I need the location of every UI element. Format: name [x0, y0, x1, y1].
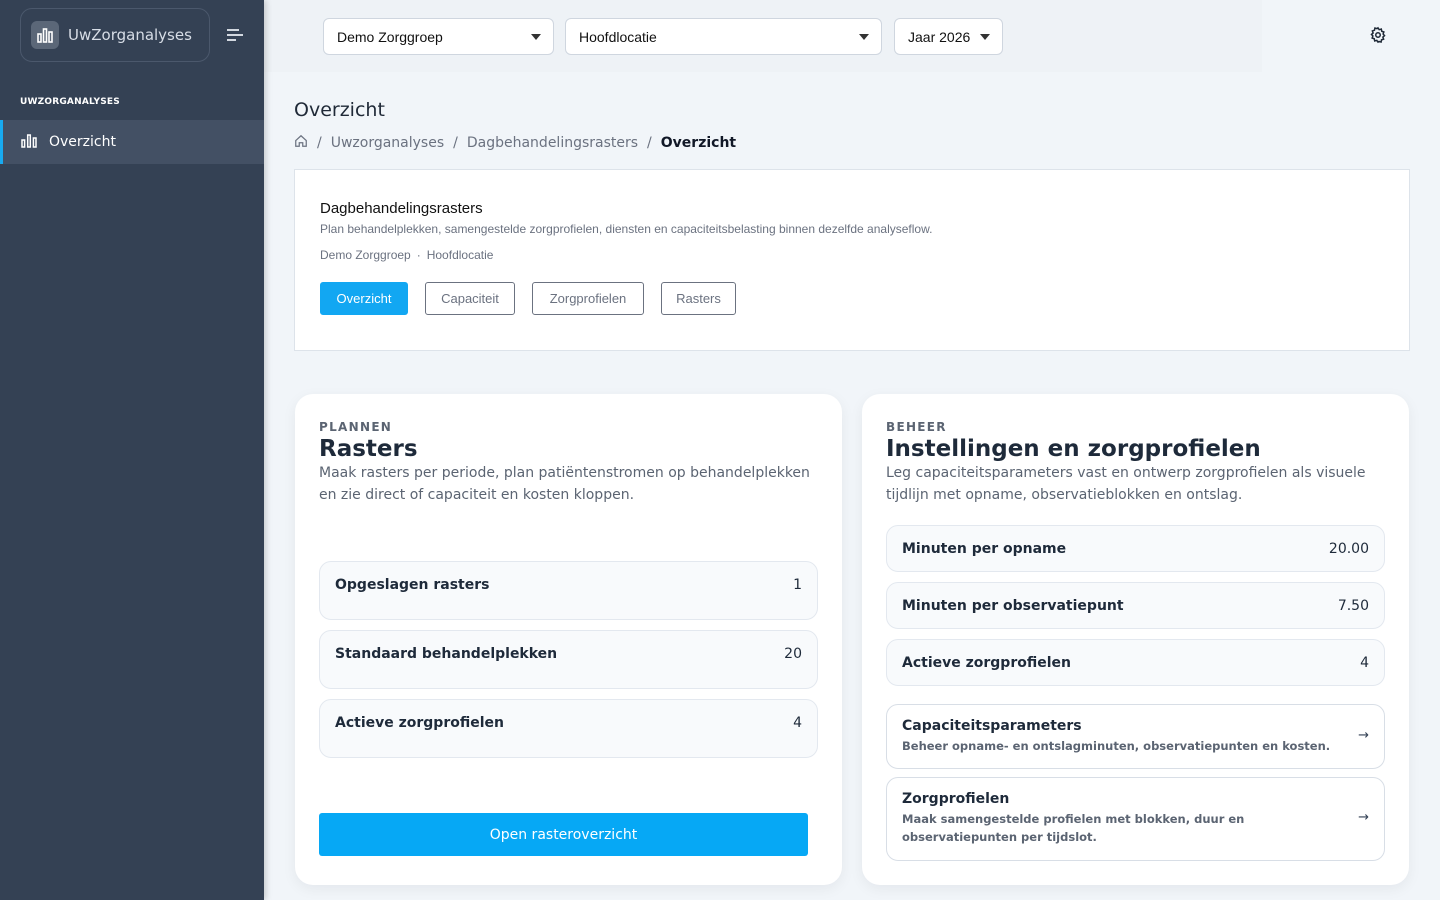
beheer-eyebrow: BEHEER — [886, 420, 947, 434]
breadcrumb-separator: / — [317, 135, 322, 151]
plannen-description: Maak rasters per periode, plan patiënten… — [319, 465, 810, 503]
sidebar-item-overzicht[interactable]: Overzicht — [0, 120, 264, 164]
stat-standaard-behandelplekken: Standaard behandelplekken 20 — [319, 630, 818, 689]
meta-separator: · — [416, 248, 421, 262]
location-select[interactable]: Hoofdlocatie — [565, 18, 882, 55]
breadcrumb-separator: / — [453, 135, 458, 151]
info-location: Hoofdlocatie — [426, 248, 494, 262]
stat-actieve-zorgprofielen: Actieve zorgprofielen 4 — [886, 639, 1385, 686]
info-panel: Dagbehandelingsrasters Plan behandelplek… — [294, 169, 1410, 351]
link-description: Beheer opname- en ontslagminuten, observ… — [902, 739, 1331, 753]
stat-value: 1 — [793, 577, 802, 593]
stat-label: Minuten per opname — [902, 540, 1067, 557]
location-select-value: Hoofdlocatie — [579, 28, 657, 45]
plannen-eyebrow: PLANNEN — [319, 420, 393, 434]
stat-value: 20.00 — [1328, 540, 1369, 557]
menu-toggle-icon[interactable] — [226, 27, 244, 43]
stat-label: Actieve zorgprofielen — [335, 715, 504, 731]
year-select-value: Jaar 2026 — [908, 28, 971, 45]
stat-label: Actieve zorgprofielen — [902, 654, 1071, 671]
stat-value: 4 — [793, 715, 802, 731]
gear-icon[interactable] — [1369, 26, 1387, 44]
sidebar-item-label: Overzicht — [49, 134, 116, 150]
beheer-title: Instellingen en zorgprofielen — [886, 436, 1261, 462]
chevron-down-icon — [980, 34, 990, 40]
arrow-right-icon: → — [1358, 810, 1369, 825]
info-title: Dagbehandelingsrasters — [320, 200, 483, 217]
org-select-value: Demo Zorggroep — [337, 28, 443, 45]
plannen-card: PLANNEN Rasters Maak rasters per periode… — [295, 394, 842, 885]
plannen-title: Rasters — [319, 436, 418, 462]
link-description: Maak samengestelde profielen met blokken… — [902, 812, 1245, 844]
brand-name: UwZorganalyses — [68, 26, 192, 44]
bar-chart-icon — [21, 133, 37, 152]
capaciteitsparameters-link[interactable]: Capaciteitsparameters Beheer opname- en … — [886, 704, 1385, 769]
link-title: Capaciteitsparameters — [902, 718, 1082, 734]
org-select[interactable]: Demo Zorggroep — [323, 18, 554, 55]
breadcrumb: / Uwzorganalyses / Dagbehandelingsraster… — [294, 134, 736, 152]
tab-rasters[interactable]: Rasters — [661, 282, 736, 315]
chevron-down-icon — [859, 34, 869, 40]
home-icon[interactable] — [294, 134, 308, 152]
stat-minuten-per-opname: Minuten per opname 20.00 — [886, 525, 1385, 572]
tab-overzicht[interactable]: Overzicht — [320, 282, 408, 315]
zorgprofielen-link[interactable]: Zorgprofielen Maak samengestelde profiel… — [886, 777, 1385, 861]
open-rasteroverzicht-button[interactable]: Open rasteroverzicht — [319, 813, 808, 856]
stat-label: Standaard behandelplekken — [335, 646, 558, 662]
info-meta: Demo Zorggroep · Hoofdlocatie — [320, 248, 493, 262]
stat-value: 7.50 — [1337, 597, 1369, 614]
tab-zorgprofielen[interactable]: Zorgprofielen — [532, 282, 644, 315]
stat-opgeslagen-rasters: Opgeslagen rasters 1 — [319, 561, 818, 620]
info-org: Demo Zorggroep — [320, 248, 411, 262]
breadcrumb-separator: / — [647, 135, 652, 151]
link-title: Zorgprofielen — [902, 791, 1010, 807]
brand[interactable]: UwZorganalyses — [20, 8, 210, 62]
arrow-right-icon: → — [1358, 727, 1369, 743]
page-title: Overzicht — [294, 99, 385, 121]
breadcrumb-uwzorganalyses[interactable]: Uwzorganalyses — [331, 135, 444, 151]
tab-capaciteit[interactable]: Capaciteit — [425, 282, 515, 315]
chevron-down-icon — [531, 34, 541, 40]
stat-actieve-zorgprofielen: Actieve zorgprofielen 4 — [319, 699, 818, 758]
stat-label: Opgeslagen rasters — [335, 577, 490, 593]
stat-value: 4 — [1360, 654, 1369, 671]
breadcrumb-dagbehandelingsrasters[interactable]: Dagbehandelingsrasters — [467, 135, 638, 151]
info-description: Plan behandelplekken, samengestelde zorg… — [320, 222, 933, 236]
breadcrumb-current: Overzicht — [660, 135, 737, 151]
sidebar-section-label: UWZORGANALYSES — [20, 97, 120, 107]
stat-value: 20 — [784, 646, 802, 662]
stat-label: Minuten per observatiepunt — [902, 597, 1124, 614]
stat-minuten-per-observatiepunt: Minuten per observatiepunt 7.50 — [886, 582, 1385, 629]
bar-chart-icon — [31, 21, 59, 49]
beheer-card: BEHEER Instellingen en zorgprofielen Leg… — [862, 394, 1409, 885]
sidebar: UwZorganalyses UWZORGANALYSES Overzicht — [0, 0, 264, 900]
beheer-description: Leg capaciteitsparameters vast en ontwer… — [886, 465, 1366, 503]
year-select[interactable]: Jaar 2026 — [894, 18, 1003, 55]
